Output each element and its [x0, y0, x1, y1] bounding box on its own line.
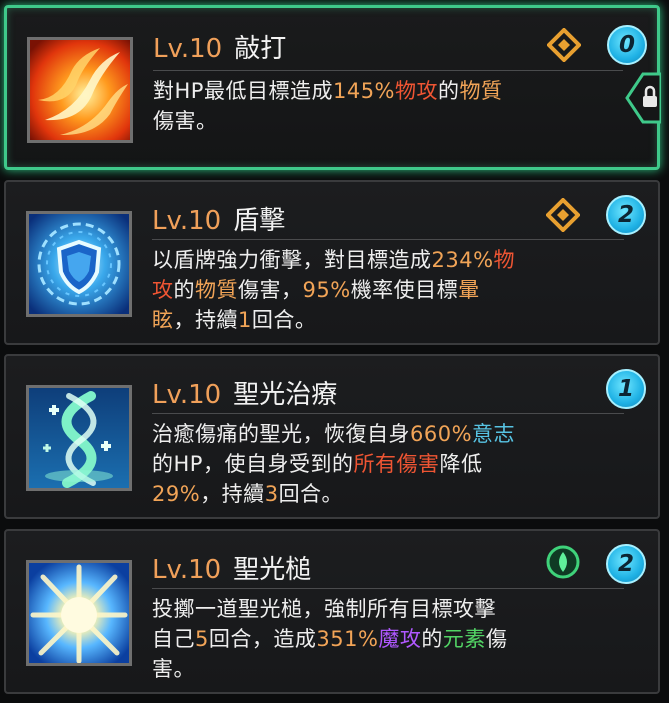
description-text: 95%: [302, 278, 351, 302]
description-text: 降低: [439, 452, 483, 476]
description-text: 物攻: [395, 79, 439, 103]
light-burst-icon: [29, 563, 129, 663]
shield-icon: [29, 214, 129, 314]
physical-diamond-icon: [546, 198, 580, 232]
description-text: 5: [195, 627, 209, 651]
description-text: 的HP，使自身受到的: [152, 452, 354, 476]
divider: [152, 239, 624, 240]
description-text: 的: [438, 79, 460, 103]
description-text: 機率使目標: [350, 278, 459, 302]
description-text: 眩: [152, 308, 174, 332]
count-badge: 1: [606, 369, 646, 409]
divider: [152, 588, 624, 589]
skill-icon-shield-bash: [26, 211, 132, 317]
description-text: 投擲一道聖光槌，強制所有目標攻擊: [152, 597, 496, 621]
skill-card-holy-hammer[interactable]: Lv.10 聖光槌 2 投擲一道聖光槌，強制所有目標攻擊 自己5回合，造成351%…: [4, 529, 660, 694]
description-line: 29%，持續3回合。: [152, 479, 622, 509]
description-text: 意志: [472, 422, 516, 446]
description-text: 物: [493, 248, 516, 272]
skill-level: Lv.10: [152, 555, 222, 585]
description-text: 回合。: [251, 308, 317, 332]
skill-card-shield-bash[interactable]: Lv.10 盾擊 2 以盾牌強力衝擊，對目標造成234%物 攻的物質傷害，95%機…: [4, 180, 660, 345]
skill-description: 以盾牌強力衝擊，對目標造成234%物 攻的物質傷害，95%機率使目標暈 眩，持續…: [152, 245, 622, 335]
skill-level: Lv.10: [153, 34, 223, 64]
description-text: 所有傷害: [353, 452, 440, 476]
description-text: 234%: [431, 248, 494, 272]
description-text: 29%: [152, 482, 201, 506]
description-text: 傷: [485, 627, 508, 651]
skill-card-holy-heal[interactable]: Lv.10 聖光治療 1 治癒傷痛的聖光，恢復自身660%意志 的HP，使自身受到…: [4, 354, 660, 519]
description-text: 元素: [442, 627, 486, 651]
description-line: 攻的物質傷害，95%機率使目標暈: [152, 275, 622, 305]
skill-description: 對HP最低目標造成145%物攻的物質 傷害。: [153, 76, 623, 136]
description-text: 物質: [195, 278, 238, 302]
description-line: 害。: [152, 654, 622, 684]
divider: [152, 413, 624, 414]
description-text: 回合，造成: [208, 627, 317, 651]
skill-name: 聖光槌: [233, 555, 312, 585]
description-text: ，持續: [173, 308, 238, 332]
description-text: 傷害。: [153, 109, 218, 133]
skill-name: 敲打: [234, 34, 287, 64]
heal-helix-icon: [29, 388, 129, 488]
description-text: 的: [421, 627, 443, 651]
description-text: 害。: [152, 657, 195, 681]
skill-title: Lv.10 聖光治療: [152, 374, 337, 411]
description-line: 對HP最低目標造成145%物攻的物質: [153, 76, 623, 106]
skill-description: 治癒傷痛的聖光，恢復自身660%意志 的HP，使自身受到的所有傷害降低 29%，…: [152, 419, 622, 509]
fire-slash-icon: [30, 40, 130, 140]
lock-icon[interactable]: [625, 72, 661, 124]
skill-icon-holy-heal: [26, 385, 132, 491]
skill-description: 投擲一道聖光槌，強制所有目標攻擊 自己5回合，造成351%魔攻的元素傷 害。: [152, 594, 622, 684]
count-badge: 0: [607, 25, 647, 65]
description-text: 351%: [316, 627, 379, 651]
skill-card-bash[interactable]: Lv.10 敲打 0 對HP最低目標造成145%物攻的物質 傷害。: [4, 5, 661, 170]
skill-title: Lv.10 敲打: [153, 28, 286, 65]
description-text: 的: [173, 278, 195, 302]
description-line: 治癒傷痛的聖光，恢復自身660%意志: [152, 419, 622, 449]
skill-icon-holy-hammer: [26, 560, 132, 666]
skill-name: 盾擊: [233, 206, 286, 236]
skill-title: Lv.10 聖光槌: [152, 549, 311, 586]
divider: [153, 70, 623, 71]
skill-name: 聖光治療: [233, 380, 338, 410]
description-line: 的HP，使自身受到的所有傷害降低: [152, 449, 622, 479]
description-text: 145%: [332, 79, 396, 103]
description-text: 660%: [410, 422, 473, 446]
count-badge: 2: [606, 195, 646, 235]
description-text: 回合。: [278, 482, 344, 506]
element-drop-icon: [546, 545, 580, 579]
description-line: 眩，持續1回合。: [152, 305, 622, 335]
description-text: 以盾牌強力衝擊，對目標造成: [152, 248, 432, 272]
description-text: 物質: [459, 79, 503, 103]
description-text: ，持續: [200, 482, 265, 506]
description-line: 自己5回合，造成351%魔攻的元素傷: [152, 624, 622, 654]
description-text: 治癒傷痛的聖光，恢復自身: [152, 422, 410, 446]
description-text: 攻: [152, 278, 174, 302]
description-text: 自己: [152, 627, 195, 651]
physical-diamond-icon: [547, 28, 581, 62]
skill-icon-bash: [27, 37, 133, 143]
count-badge: 2: [606, 544, 646, 584]
description-line: 投擲一道聖光槌，強制所有目標攻擊: [152, 594, 622, 624]
description-text: 3: [264, 482, 279, 506]
description-text: 對HP最低目標造成: [153, 79, 333, 103]
description-line: 傷害。: [153, 106, 623, 136]
skill-level: Lv.10: [152, 380, 222, 410]
description-text: 魔攻: [378, 627, 422, 651]
skill-level: Lv.10: [152, 206, 222, 236]
description-text: 傷害，: [238, 278, 303, 302]
description-text: 暈: [458, 278, 480, 302]
skill-title: Lv.10 盾擊: [152, 200, 285, 237]
description-text: 1: [238, 308, 252, 332]
description-line: 以盾牌強力衝擊，對目標造成234%物: [152, 245, 622, 275]
